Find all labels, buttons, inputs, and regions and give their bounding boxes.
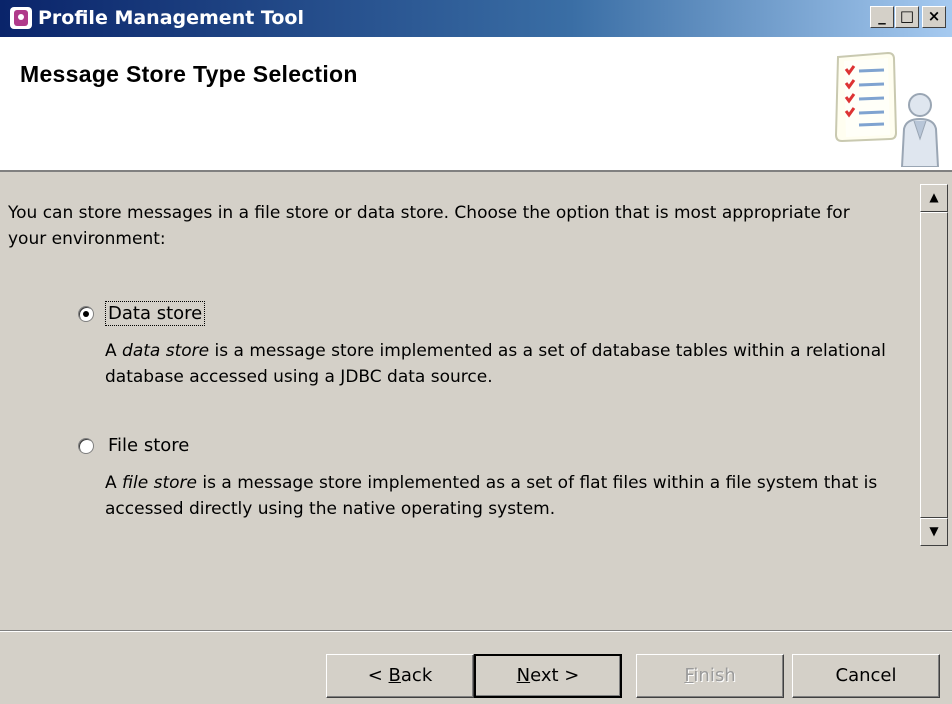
cancel-button[interactable]: Cancel [792,654,940,698]
next-button[interactable]: Next > [474,654,622,698]
desc-suffix: is a message store implemented as a set … [105,341,886,387]
next-suffix: ext > [530,665,580,686]
finish-button: Finish [636,654,784,698]
finish-suffix: inish [693,665,736,686]
checklist-person-icon [834,51,940,167]
app-icon [10,7,32,29]
title-bar: Profile Management Tool _ □ × [0,0,952,37]
footer-separator [0,630,952,632]
intro-text: You can store messages in a file store o… [8,203,850,249]
close-button[interactable]: × [922,6,946,28]
data-store-option[interactable]: Data store [78,301,206,326]
file-store-radio[interactable] [78,437,94,454]
maximize-button[interactable]: □ [895,6,919,28]
data-store-description: A data store is a message store implemen… [105,338,895,390]
file-store-label[interactable]: File store [106,434,191,457]
minimize-button[interactable]: _ [870,6,894,28]
vertical-scrollbar[interactable]: ▲ ▼ [920,184,948,546]
desc-term: file store [122,473,197,493]
desc-prefix: A [105,473,123,493]
data-store-radio[interactable] [78,305,94,322]
next-mnemonic: N [516,665,531,686]
desc-prefix: A [105,341,123,361]
content-area: You can store messages in a file store o… [0,172,952,630]
page-title: Message Store Type Selection [20,61,358,87]
scroll-down-button[interactable]: ▼ [920,518,948,546]
back-button[interactable]: < Back [326,654,474,698]
back-prefix: < [367,665,389,686]
back-suffix: ack [400,665,433,686]
data-store-label[interactable]: Data store [104,301,206,326]
back-mnemonic: B [388,665,401,686]
scroll-up-button[interactable]: ▲ [920,184,948,212]
window-title: Profile Management Tool [38,7,304,29]
file-store-option[interactable]: File store [78,434,191,457]
desc-suffix: is a message store implemented as a set … [105,473,878,519]
scroll-thumb[interactable] [920,212,948,518]
file-store-description: A file store is a message store implemen… [105,470,895,522]
desc-term: data store [122,341,210,361]
wizard-header: Message Store Type Selection [0,37,952,172]
